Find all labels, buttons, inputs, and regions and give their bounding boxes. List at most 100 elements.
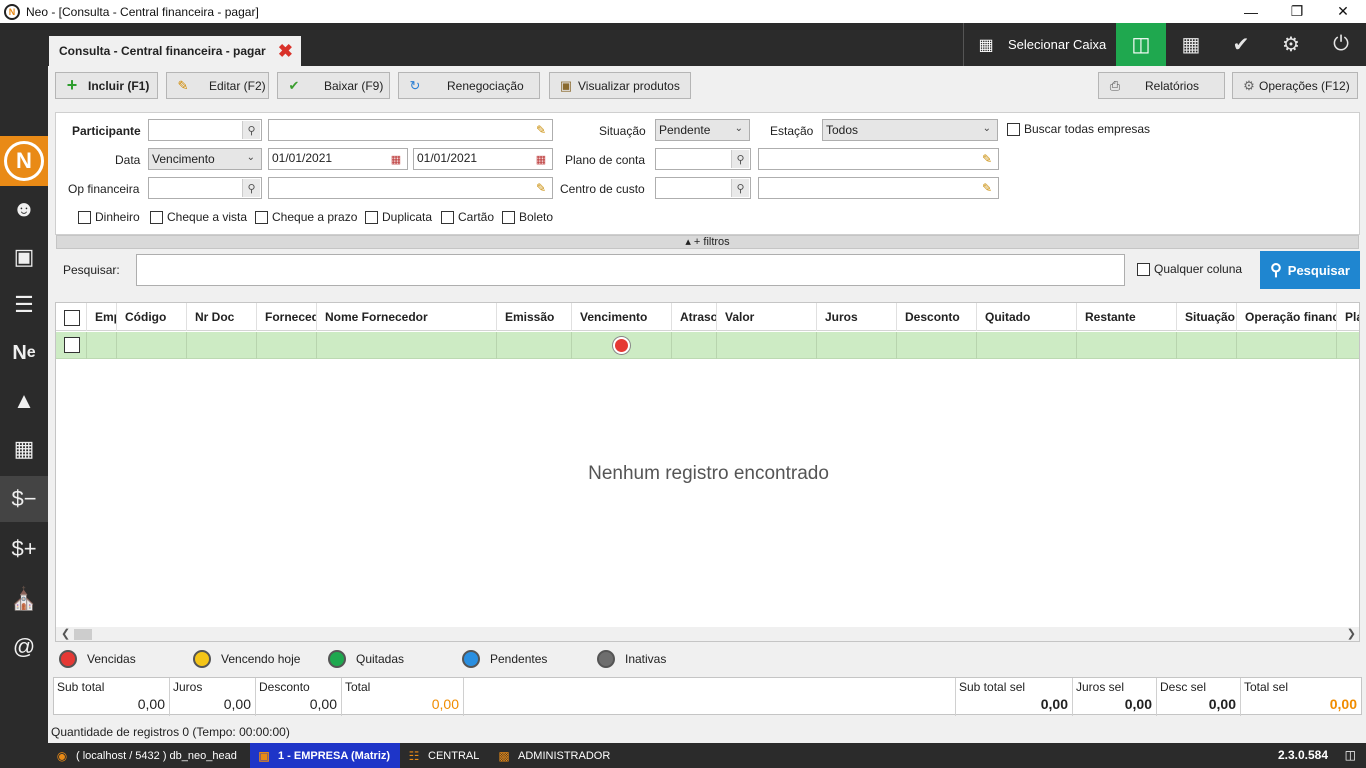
qualquer-coluna-checkbox[interactable]: Qualquer coluna bbox=[1137, 262, 1242, 276]
tipo-cheque-vista-checkbox[interactable]: Cheque a vista bbox=[150, 210, 247, 224]
col-nome-fornecedor[interactable]: Nome Fornecedor bbox=[316, 303, 496, 331]
pencil-icon[interactable]: ✎ bbox=[532, 121, 550, 139]
sub-total-label: Sub total bbox=[57, 680, 105, 694]
participante-code-input[interactable]: ⚲ bbox=[148, 119, 262, 141]
close-window-icon[interactable]: ✕ bbox=[1320, 0, 1366, 23]
col-emp[interactable]: Emp bbox=[86, 303, 116, 331]
box-icon[interactable]: ▣ bbox=[0, 234, 48, 280]
bank-icon[interactable]: ⛪ bbox=[0, 576, 48, 622]
checkbox-box[interactable] bbox=[502, 210, 515, 224]
search-icon[interactable]: ⚲ bbox=[242, 121, 260, 139]
checkbox-box[interactable] bbox=[78, 210, 91, 224]
select-all-checkbox[interactable] bbox=[64, 310, 80, 326]
col-quitado[interactable]: Quitado bbox=[976, 303, 1076, 331]
col-nr-doc[interactable]: Nr Doc bbox=[186, 303, 256, 331]
horizontal-scrollbar[interactable]: ❮ ❯ bbox=[56, 627, 1359, 641]
close-tab-icon[interactable]: ✖ bbox=[278, 41, 293, 62]
search-icon[interactable]: ⚲ bbox=[731, 179, 749, 197]
col-desconto[interactable]: Desconto bbox=[896, 303, 976, 331]
scroll-thumb[interactable] bbox=[74, 629, 92, 640]
col-operacao-financeira[interactable]: Operação financ bbox=[1236, 303, 1336, 331]
operacoes-button[interactable]: ⚙ Operações (F12) bbox=[1232, 72, 1358, 99]
search-icon: ⚲ bbox=[1270, 262, 1282, 279]
buscar-todas-checkbox[interactable]: Buscar todas empresas bbox=[1007, 122, 1150, 136]
clipboard-icon[interactable]: ☰ bbox=[0, 282, 48, 328]
filter-row[interactable] bbox=[56, 332, 1359, 359]
plano-conta-name-input[interactable]: ✎ bbox=[758, 148, 999, 170]
chevron-down-icon: ⌄ bbox=[246, 152, 255, 163]
tipo-label: Duplicata bbox=[382, 210, 433, 224]
checkbox-box[interactable] bbox=[150, 210, 163, 224]
calendar-icon[interactable]: ▦ bbox=[387, 150, 405, 168]
col-valor[interactable]: Valor bbox=[716, 303, 816, 331]
checkbox-box[interactable] bbox=[1137, 262, 1150, 276]
data-fim-input[interactable]: 01/01/2021 ▦ bbox=[413, 148, 553, 170]
col-vencimento[interactable]: Vencimento bbox=[571, 303, 671, 331]
contacts-icon[interactable]: @ bbox=[0, 624, 48, 670]
centro-custo-code-input[interactable]: ⚲ bbox=[655, 177, 751, 199]
col-atraso[interactable]: Atraso bbox=[671, 303, 716, 331]
screen-icon[interactable]: ◫ bbox=[1345, 748, 1356, 762]
situacao-select[interactable]: Pendente ⌄ bbox=[655, 119, 750, 141]
col-restante[interactable]: Restante bbox=[1076, 303, 1176, 331]
checkbox-box[interactable] bbox=[441, 210, 454, 224]
empresa-status[interactable]: ▣ 1 - EMPRESA (Matriz) bbox=[250, 743, 400, 768]
nfe-icon[interactable]: Ne bbox=[0, 330, 48, 376]
checkbox-box[interactable] bbox=[365, 210, 378, 224]
pencil-icon[interactable]: ✎ bbox=[978, 179, 996, 197]
basket-icon[interactable]: ▲ bbox=[0, 378, 48, 424]
pencil-icon[interactable]: ✎ bbox=[978, 150, 996, 168]
visualizar-produtos-button[interactable]: ▣ Visualizar produtos bbox=[549, 72, 691, 99]
search-icon[interactable]: ⚲ bbox=[242, 179, 260, 197]
participante-name-input[interactable]: ✎ bbox=[268, 119, 553, 141]
power-icon[interactable]: ⏻ bbox=[1316, 23, 1366, 66]
record-count: Quantidade de registros 0 (Tempo: 00:00:… bbox=[51, 725, 290, 739]
money-plus-icon[interactable]: $+ bbox=[0, 526, 48, 572]
row-checkbox[interactable] bbox=[64, 337, 80, 353]
col-emissao[interactable]: Emissão bbox=[496, 303, 571, 331]
col-situacao[interactable]: Situação bbox=[1176, 303, 1236, 331]
relatorios-button[interactable]: ⎙ Relatórios bbox=[1098, 72, 1225, 99]
col-juros[interactable]: Juros bbox=[816, 303, 896, 331]
col-plano[interactable]: Pla bbox=[1336, 303, 1359, 331]
restore-icon[interactable]: ❐ bbox=[1274, 0, 1320, 23]
cash-register-sidebar-icon[interactable]: ▦ bbox=[0, 426, 48, 472]
pencil-icon[interactable]: ✎ bbox=[532, 179, 550, 197]
more-filters-toggle[interactable]: ▴ + filtros bbox=[56, 235, 1359, 249]
checkbox-box[interactable] bbox=[255, 210, 268, 224]
estacao-select[interactable]: Todos ⌄ bbox=[822, 119, 998, 141]
op-financeira-name-input[interactable]: ✎ bbox=[268, 177, 553, 199]
checkbox-box[interactable] bbox=[1007, 122, 1020, 136]
calendar-icon[interactable]: ▦ bbox=[532, 150, 550, 168]
op-financeira-code-input[interactable]: ⚲ bbox=[148, 177, 262, 199]
money-minus-icon[interactable]: $− bbox=[0, 476, 48, 522]
editar-button[interactable]: ✎ Editar (F2) bbox=[166, 72, 269, 99]
renegociacao-button[interactable]: ↻ Renegociação bbox=[398, 72, 540, 99]
baixar-button[interactable]: ✔ Baixar (F9) bbox=[277, 72, 390, 99]
incluir-button[interactable]: + Incluir (F1) bbox=[55, 72, 158, 99]
tipo-boleto-checkbox[interactable]: Boleto bbox=[502, 210, 553, 224]
plano-conta-code-input[interactable]: ⚲ bbox=[655, 148, 751, 170]
data-tipo-select[interactable]: Vencimento ⌄ bbox=[148, 148, 262, 170]
selecionar-caixa-button[interactable]: ▦ Selecionar Caixa bbox=[963, 23, 1116, 66]
col-forneced[interactable]: Forneced bbox=[256, 303, 316, 331]
scroll-left-icon[interactable]: ❮ bbox=[61, 627, 70, 640]
tipo-cartao-checkbox[interactable]: Cartão bbox=[441, 210, 494, 224]
search-input[interactable] bbox=[136, 254, 1125, 286]
tipo-cheque-prazo-checkbox[interactable]: Cheque a prazo bbox=[255, 210, 357, 224]
data-inicio-input[interactable]: 01/01/2021 ▦ bbox=[268, 148, 408, 170]
chart-icon[interactable]: ▦ bbox=[1166, 23, 1216, 66]
minimize-icon[interactable]: — bbox=[1228, 0, 1274, 23]
check-badge-icon[interactable]: ✔ bbox=[1216, 23, 1266, 66]
search-icon[interactable]: ⚲ bbox=[731, 150, 749, 168]
users-icon[interactable]: ☻ bbox=[0, 186, 48, 232]
scroll-right-icon[interactable]: ❯ bbox=[1347, 627, 1356, 640]
pesquisar-button[interactable]: ⚲ Pesquisar bbox=[1260, 251, 1360, 289]
monitor-icon[interactable]: ◫ bbox=[1116, 23, 1166, 66]
tipo-duplicata-checkbox[interactable]: Duplicata bbox=[365, 210, 432, 224]
col-codigo[interactable]: Código bbox=[116, 303, 186, 331]
gear-icon[interactable]: ⚙ bbox=[1266, 23, 1316, 66]
tipo-dinheiro-checkbox[interactable]: Dinheiro bbox=[78, 210, 140, 224]
tab-central-financeira[interactable]: Consulta - Central financeira - pagar ✖ bbox=[49, 36, 301, 66]
centro-custo-name-input[interactable]: ✎ bbox=[758, 177, 999, 199]
